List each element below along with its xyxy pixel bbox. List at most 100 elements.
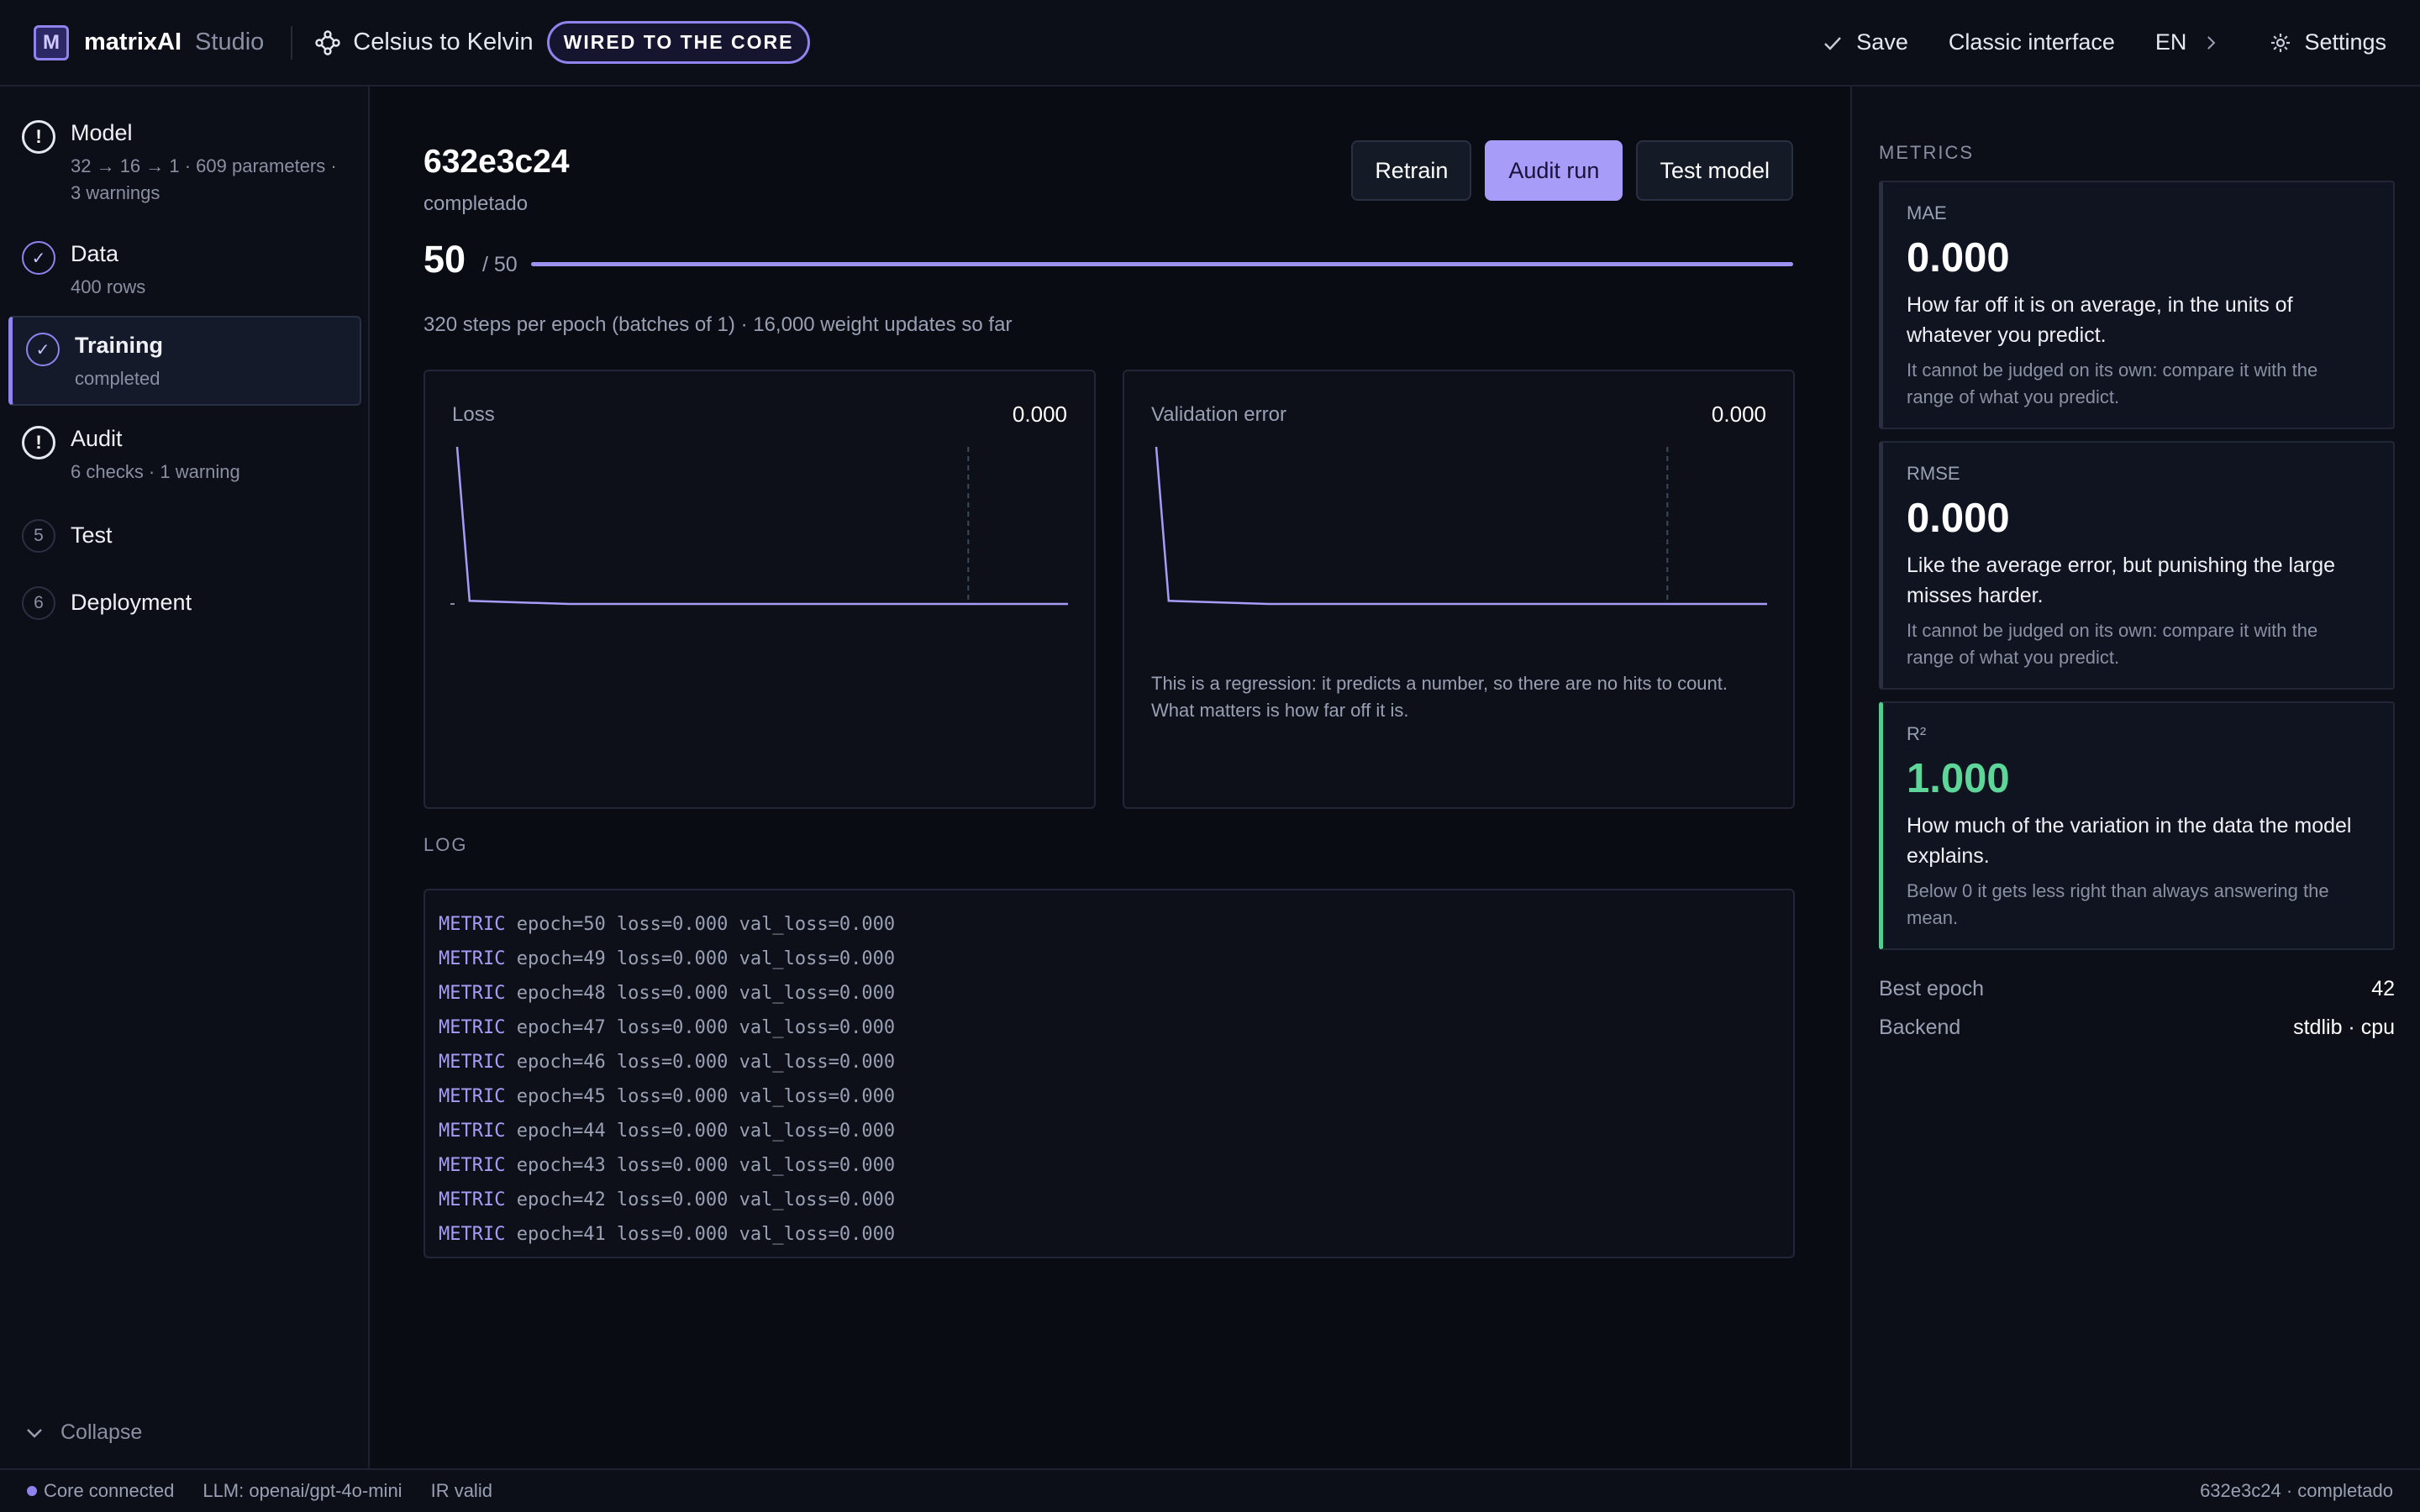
epoch-total: / 50	[482, 253, 518, 276]
status-dot-icon	[27, 1486, 37, 1496]
epoch-current: 50	[424, 238, 466, 281]
best-epoch-label: Best epoch	[1879, 977, 1985, 1000]
audit-run-button[interactable]: Audit run	[1485, 140, 1623, 201]
warning-icon: !	[22, 120, 55, 154]
epoch-progress-fill	[531, 262, 1793, 266]
metric-hint: It cannot be judged on its own: compare …	[1907, 620, 2318, 668]
collapse-button[interactable]: Collapse	[25, 1420, 142, 1445]
log-line: METRIC epoch=43 loss=0.000 val_loss=0.00…	[439, 1155, 896, 1176]
run-summary: 632e3c24 · completado	[2200, 1480, 2393, 1501]
classic-interface-label: Classic interface	[1948, 29, 2115, 55]
check-circle-icon: ✓	[22, 241, 55, 275]
settings-label: Settings	[2304, 29, 2386, 55]
sidebar-step-audit[interactable]: ! Audit 6 checks · 1 warning	[8, 411, 361, 501]
language-selector[interactable]: EN	[2155, 29, 2221, 55]
metric-description: How far off it is on average, in the uni…	[1907, 293, 2293, 347]
validation-chart-value: 0.000	[1711, 402, 1766, 427]
step-title: Test	[71, 522, 113, 548]
sidebar-step-training[interactable]: ✓ Training completed	[8, 316, 361, 406]
backend-row: Backend stdlib · cpu	[1879, 1016, 2395, 1040]
series-line	[455, 446, 1068, 606]
metric-name: MAE	[1907, 202, 1947, 223]
core-status: Core connected	[27, 1480, 174, 1502]
app: M matrixAI Studio Celsius to Kelvin WIRE…	[0, 0, 2420, 1512]
log-line: METRIC epoch=47 loss=0.000 val_loss=0.00…	[439, 1017, 896, 1038]
sidebar-step-data[interactable]: ✓ Data 400 rows	[8, 226, 361, 316]
log-heading: LOG	[424, 834, 468, 855]
validation-chart-panel: Validation error 0.000 This is a regress…	[1123, 370, 1795, 809]
gear-icon	[2271, 33, 2291, 52]
log-line: METRIC epoch=40 loss=0.000 val_loss=0.00…	[439, 1252, 1780, 1257]
step-title: Audit	[71, 426, 123, 451]
step-title: Training	[75, 333, 164, 358]
steps-info: 320 steps per epoch (batches of 1) · 16,…	[424, 313, 1013, 336]
run-id: 632e3c24	[424, 144, 570, 180]
project-name[interactable]: Celsius to Kelvin	[353, 29, 533, 56]
sidebar-step-deployment[interactable]: 6 Deployment	[8, 571, 361, 635]
chevron-down-icon	[27, 1428, 42, 1438]
check-circle-icon: ✓	[26, 333, 60, 366]
warning-icon: !	[22, 426, 55, 459]
language-label: EN	[2154, 29, 2187, 55]
validation-chart-label: Validation error	[1151, 403, 1286, 426]
best-epoch-value: 42	[2371, 977, 2395, 1000]
network-icon	[315, 29, 340, 55]
log-console[interactable]: METRIC epoch=50 loss=0.000 val_loss=0.00…	[424, 889, 1795, 1258]
step-subtitle: 6 checks · 1 warning	[71, 461, 240, 482]
metric-name: RMSE	[1907, 463, 1960, 484]
epoch-progress-bar	[531, 262, 1793, 266]
log-line: METRIC epoch=42 loss=0.000 val_loss=0.00…	[439, 1189, 896, 1210]
loss-chart-value: 0.000	[1012, 402, 1067, 427]
sidebar-step-model[interactable]: ! Model 32 → 16 → 1 · 609 parameters · 3 …	[8, 105, 361, 222]
metrics-heading: METRICS	[1879, 142, 1974, 163]
save-label: Save	[1856, 29, 1908, 55]
loss-chart-label: Loss	[452, 403, 495, 426]
metric-hint: It cannot be judged on its own: compare …	[1907, 360, 2318, 407]
backend-label: Backend	[1879, 1016, 1961, 1039]
metric-name: R²	[1907, 723, 1927, 744]
header-actions: Save Classic interface EN Settings	[1821, 29, 2386, 55]
log-line: METRIC epoch=50 loss=0.000 val_loss=0.00…	[439, 914, 896, 935]
log-line: METRIC epoch=48 loss=0.000 val_loss=0.00…	[439, 983, 896, 1004]
save-button[interactable]: Save	[1821, 29, 1908, 55]
series-line	[1155, 446, 1767, 606]
run-status: completado	[424, 192, 529, 215]
metric-description: How much of the variation in the data th…	[1907, 814, 2352, 868]
log-line: METRIC epoch=46 loss=0.000 val_loss=0.00…	[439, 1052, 896, 1073]
step-subtitle: 32 → 16 → 1 · 609 parameters · 3 warnings	[71, 155, 337, 203]
step-number: 5	[22, 519, 55, 553]
step-title: Deployment	[71, 590, 192, 615]
step-title: Data	[71, 241, 119, 266]
classic-interface-button[interactable]: Classic interface	[1949, 29, 2115, 55]
metric-card-rmse: RMSE 0.000 Like the average error, but p…	[1879, 441, 2395, 690]
metric-card-mae: MAE 0.000 How far off it is on average, …	[1879, 181, 2395, 429]
metric-card-r2: R² 1.000 How much of the variation in th…	[1879, 701, 2395, 950]
loss-chart-panel: Loss 0.000	[424, 370, 1096, 809]
metric-value: 0.000	[1907, 496, 2010, 541]
step-subtitle: 400 rows	[71, 276, 146, 297]
llm-status: LLM: openai/gpt-4o-mini	[203, 1480, 402, 1501]
metric-value: 0.000	[1907, 235, 2010, 281]
logo-icon[interactable]: M	[34, 24, 69, 60]
test-model-button[interactable]: Test model	[1636, 140, 1793, 201]
ir-status: IR valid	[430, 1480, 492, 1501]
core-status-badge: WIRED TO THE CORE	[546, 21, 811, 64]
validation-chart	[1155, 446, 1767, 606]
run-actions: Retrain Audit run Test model	[1338, 140, 1793, 201]
log-line: METRIC epoch=45 loss=0.000 val_loss=0.00…	[439, 1086, 896, 1107]
log-line: METRIC epoch=44 loss=0.000 val_loss=0.00…	[439, 1121, 896, 1142]
metric-value: 1.000	[1907, 756, 2010, 801]
log-line: METRIC epoch=41 loss=0.000 val_loss=0.00…	[439, 1224, 896, 1245]
pipeline-sidebar: ! Model 32 → 16 → 1 · 609 parameters · 3 …	[0, 87, 370, 1468]
chevron-right-icon	[2207, 35, 2216, 50]
retrain-button[interactable]: Retrain	[1351, 140, 1472, 201]
best-epoch-row: Best epoch 42	[1879, 977, 2395, 1001]
metric-hint: Below 0 it gets less right than always a…	[1907, 880, 2329, 928]
collapse-label: Collapse	[60, 1420, 143, 1444]
loss-chart	[450, 446, 1068, 606]
top-bar: M matrixAI Studio Celsius to Kelvin WIRE…	[0, 0, 2420, 87]
settings-button[interactable]: Settings	[2269, 29, 2386, 55]
core-status-label: Core connected	[44, 1480, 175, 1501]
log-line: METRIC epoch=49 loss=0.000 val_loss=0.00…	[439, 948, 896, 969]
sidebar-step-test[interactable]: 5 Test	[8, 504, 361, 568]
